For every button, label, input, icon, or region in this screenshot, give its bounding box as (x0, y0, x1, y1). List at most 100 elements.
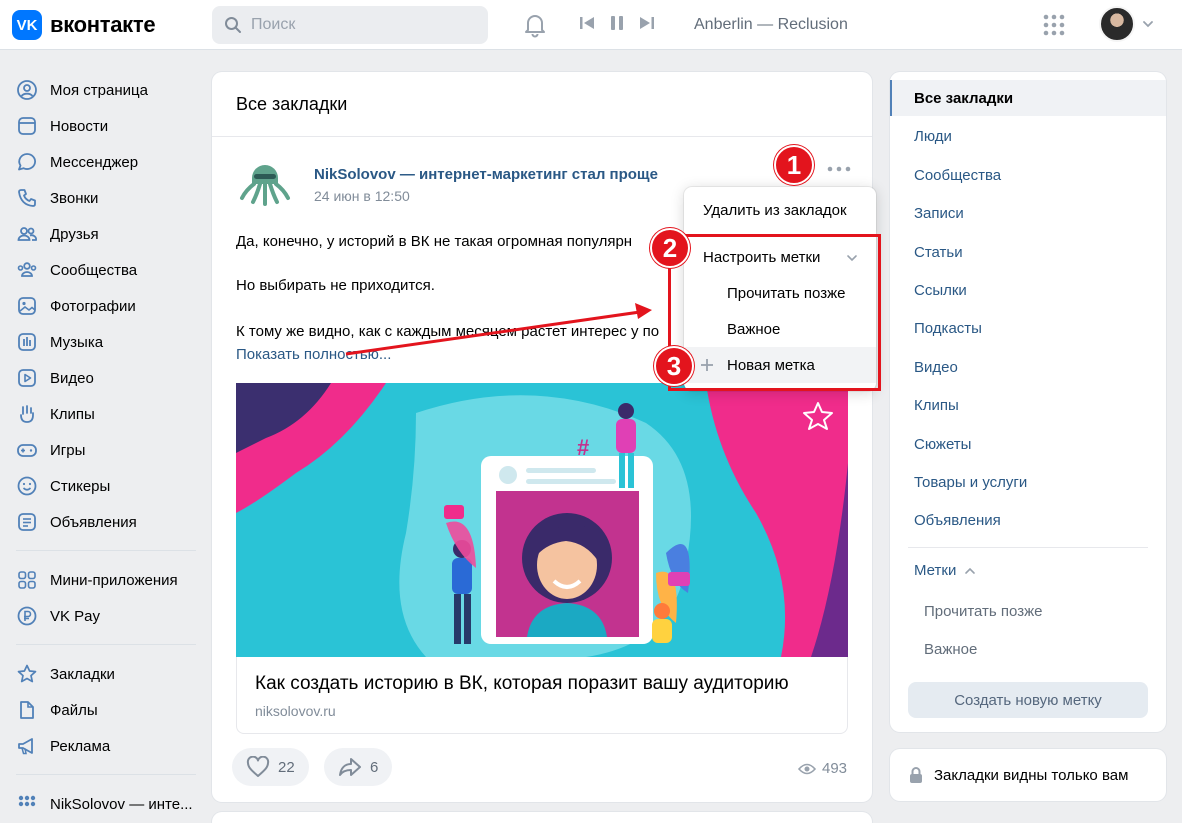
nav-divider (16, 774, 196, 775)
nav-label: VK Pay (50, 607, 101, 625)
next-track-icon[interactable] (638, 14, 656, 32)
photo-icon (18, 297, 36, 315)
bell-icon[interactable] (522, 12, 548, 38)
tags-title: Метки (914, 562, 957, 579)
nav-label: Видео (50, 369, 94, 387)
share-button[interactable]: 6 (324, 748, 393, 786)
nav-music[interactable]: Музыка (12, 324, 202, 360)
apps-icon (18, 571, 36, 589)
nav-video[interactable]: Видео (12, 360, 202, 396)
search-box[interactable] (212, 6, 488, 44)
news-icon (18, 117, 36, 135)
nav-friends[interactable]: Друзья (12, 216, 202, 252)
profile-avatar[interactable] (1099, 6, 1135, 42)
nav-label: Объявления (50, 513, 137, 531)
post-attachment-image[interactable]: # (236, 383, 848, 657)
file-icon (20, 701, 34, 719)
nav-label: Клипы (50, 405, 95, 423)
like-count: 22 (278, 758, 295, 776)
highlight-frame (668, 234, 881, 391)
filter-video[interactable]: Видео (890, 349, 1166, 385)
vk-logo[interactable]: VK вконтакте (12, 10, 156, 40)
tag-read-later-filter[interactable]: Прочитать позже (924, 603, 1042, 620)
nav-classifieds[interactable]: Объявления (12, 504, 202, 540)
smile-icon (17, 476, 37, 496)
filter-people[interactable]: Люди (890, 118, 1166, 154)
share-arrow-icon (339, 758, 361, 776)
megaphone-icon (18, 738, 33, 755)
nav-group-niksolovov[interactable]: NikSolovov — инте... (12, 786, 202, 822)
tags-section-toggle[interactable]: Метки (914, 562, 976, 579)
friends-icon (17, 227, 37, 241)
nav-calls[interactable]: Звонки (12, 180, 202, 216)
filter-clips[interactable]: Клипы (890, 387, 1166, 423)
link-title[interactable]: Как создать историю в ВК, которая порази… (255, 673, 789, 695)
filter-articles[interactable]: Статьи (890, 234, 1166, 270)
post-text-line: Да, конечно, у историй в ВК не такая огр… (236, 233, 633, 250)
video-icon (18, 369, 36, 387)
step-badge-2: 2 (650, 228, 690, 268)
pause-icon[interactable] (608, 14, 626, 32)
filter-links[interactable]: Ссылки (890, 272, 1166, 308)
current-track[interactable]: Anberlin — Reclusion (694, 16, 848, 34)
link-domain[interactable]: niksolovov.ru (255, 703, 336, 719)
filter-podcasts[interactable]: Подкасты (890, 310, 1166, 346)
filter-communities[interactable]: Сообщества (890, 157, 1166, 193)
nav-games[interactable]: Игры (12, 432, 202, 468)
more-options-icon[interactable] (826, 162, 852, 176)
link-snippet[interactable]: Как создать историю в ВК, которая порази… (236, 657, 848, 734)
logo-text: вконтакте (50, 12, 156, 37)
nav-news[interactable]: Новости (12, 108, 202, 144)
nav-label: Закладки (50, 665, 115, 683)
nav-files[interactable]: Файлы (12, 692, 202, 728)
gamepad-icon (17, 444, 37, 457)
story-illustration-image: # (236, 383, 848, 657)
filter-goods[interactable]: Товары и услуги (890, 464, 1166, 500)
post-author-avatar[interactable] (234, 152, 296, 214)
nav-communities[interactable]: Сообщества (12, 252, 202, 288)
nav-label: Сообщества (50, 261, 138, 279)
user-circle-icon (17, 80, 37, 100)
like-button[interactable]: 22 (232, 748, 309, 786)
music-icon (18, 333, 36, 351)
top-bar: VK вконтакте Anberlin — Reclusion (0, 0, 1182, 50)
services-grid-icon[interactable] (1042, 13, 1066, 37)
chevron-down-icon[interactable] (1142, 18, 1154, 30)
nav-label: Стикеры (50, 477, 111, 495)
filter-stories[interactable]: Сюжеты (890, 426, 1166, 462)
panel-divider (908, 547, 1148, 548)
tag-important-filter[interactable]: Важное (924, 641, 977, 658)
nav-vk-pay[interactable]: VK Pay (12, 598, 202, 634)
filter-posts[interactable]: Записи (890, 195, 1166, 231)
clips-icon (20, 405, 34, 423)
nav-photos[interactable]: Фотографии (12, 288, 202, 324)
privacy-note: Закладки видны только вам (890, 749, 1166, 801)
create-tag-button[interactable]: Создать новую метку (908, 682, 1148, 718)
nav-mini-apps[interactable]: Мини-приложения (12, 562, 202, 598)
previous-track-icon[interactable] (578, 14, 596, 32)
nav-messenger[interactable]: Мессенджер (12, 144, 202, 180)
nav-clips[interactable]: Клипы (12, 396, 202, 432)
nav-stickers[interactable]: Стикеры (12, 468, 202, 504)
post-author-name[interactable]: NikSolovov — интернет-маркетинг стал про… (314, 166, 658, 183)
bookmarks-filter-panel: Все закладки Люди Сообщества Записи Стат… (890, 72, 1166, 732)
filter-classifieds[interactable]: Объявления (890, 502, 1166, 538)
view-count: 493 (822, 760, 848, 777)
search-input[interactable] (251, 16, 451, 34)
phone-icon (18, 189, 36, 207)
remove-from-bookmarks[interactable]: Удалить из закладок (684, 192, 876, 228)
svg-text:#: # (577, 435, 589, 460)
search-icon (225, 17, 241, 33)
lock-icon (910, 767, 922, 783)
nav-bookmarks[interactable]: Закладки (12, 656, 202, 692)
nav-advertising[interactable]: Реклама (12, 728, 202, 764)
octopus-logo-icon (234, 152, 296, 214)
filter-all-bookmarks[interactable]: Все закладки (890, 80, 1166, 116)
nav-label: Игры (50, 441, 86, 459)
nav-my-page[interactable]: Моя страница (12, 72, 202, 108)
next-card-edge (212, 812, 872, 823)
group-icon (18, 795, 36, 807)
annotation-arrow (345, 303, 652, 356)
share-count: 6 (370, 758, 379, 776)
post-date[interactable]: 24 июн в 12:50 (314, 188, 410, 204)
